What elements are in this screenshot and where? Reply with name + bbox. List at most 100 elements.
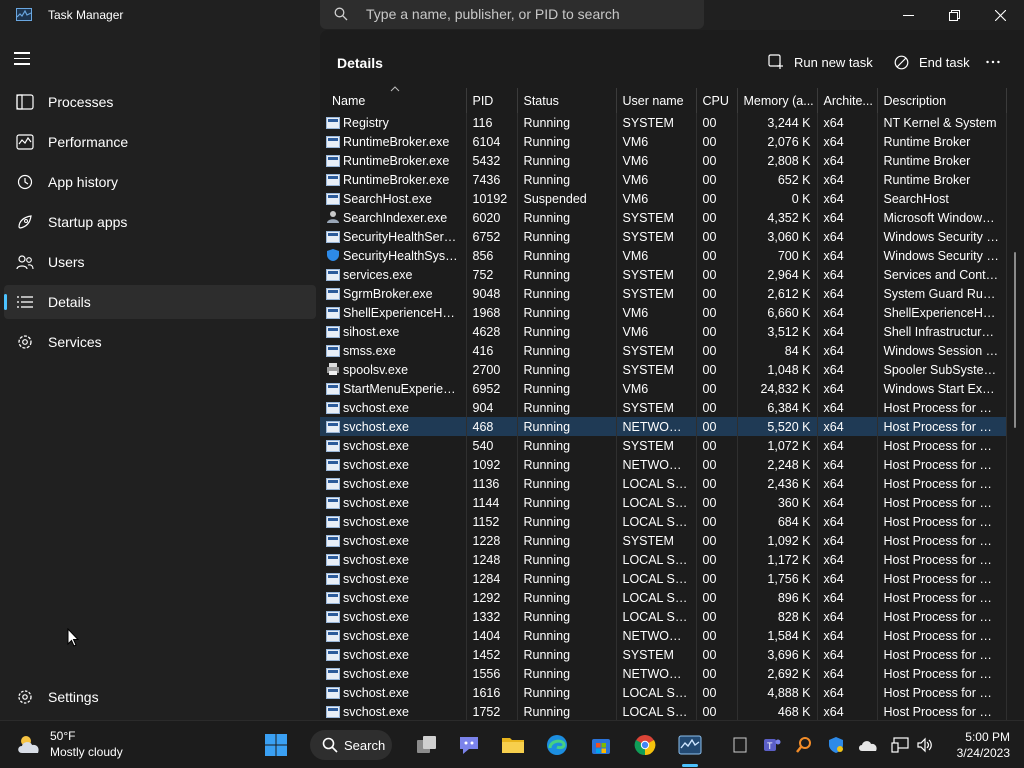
table-row[interactable]: RuntimeBroker.exe 7436 Running VM6 00 652 Kx6… bbox=[320, 170, 1007, 189]
restore-button[interactable] bbox=[931, 0, 977, 30]
column-header-status[interactable]: Status bbox=[517, 88, 617, 113]
clock-date[interactable]: 3/24/2023 bbox=[940, 746, 1010, 760]
table-row[interactable]: svchost.exe 1284 Running LOCAL SE... 00 1,756… bbox=[320, 569, 1007, 588]
table-row[interactable]: svchost.exe 1092 Running NETWORK... 00 2,248 … bbox=[320, 455, 1007, 474]
cell-architecture: x64 bbox=[817, 398, 878, 417]
more-options-button[interactable] bbox=[986, 48, 1010, 76]
table-row[interactable]: RuntimeBroker.exe 6104 Running VM6 00 2,076 K… bbox=[320, 132, 1007, 151]
table-row[interactable]: smss.exe 416 Running SYSTEM 00 84 Kx64 Windows… bbox=[320, 341, 1007, 360]
table-row[interactable]: svchost.exe 904 Running SYSTEM 00 6,384 Kx64 H… bbox=[320, 398, 1007, 417]
file-explorer-button[interactable] bbox=[497, 729, 529, 761]
cell-architecture: x64 bbox=[817, 379, 878, 398]
table-row[interactable]: SearchIndexer.exe 6020 Running SYSTEM 00 4,35… bbox=[320, 208, 1007, 227]
sidebar-item-app-history[interactable]: App history bbox=[4, 165, 316, 199]
sidebar-item-users[interactable]: Users bbox=[4, 245, 316, 279]
search-input[interactable] bbox=[366, 4, 686, 24]
minimize-button[interactable] bbox=[885, 0, 931, 30]
process-icon bbox=[326, 135, 340, 148]
table-row[interactable]: svchost.exe 468 Running NETWORK... 00 5,520 K… bbox=[320, 417, 1007, 436]
search-box[interactable] bbox=[320, 0, 704, 29]
teams-chat-button[interactable] bbox=[453, 729, 485, 761]
cell-name: svchost.exe bbox=[320, 569, 467, 588]
cell-description: Host Process for Wi... bbox=[877, 493, 1007, 512]
sidebar-item-services[interactable]: Services bbox=[4, 325, 316, 359]
column-header-memory[interactable]: Memory (a... bbox=[737, 88, 818, 113]
table-row[interactable]: svchost.exe 1752 Running LOCAL SE... 00 468 K… bbox=[320, 702, 1007, 720]
table-row[interactable]: svchost.exe 1248 Running LOCAL SE... 00 1,172… bbox=[320, 550, 1007, 569]
security-tray-icon[interactable] bbox=[826, 735, 846, 755]
cell-memory: 1,072 K bbox=[737, 436, 818, 455]
store-button[interactable] bbox=[585, 729, 617, 761]
volume-icon[interactable] bbox=[915, 735, 935, 755]
table-row[interactable]: svchost.exe 1152 Running LOCAL SE... 00 684 K… bbox=[320, 512, 1007, 531]
table-row[interactable]: svchost.exe 1404 Running NETWORK... 00 1,584 … bbox=[320, 626, 1007, 645]
table-row[interactable]: SearchHost.exe 10192 Suspended VM6 00 0 Kx64 S… bbox=[320, 189, 1007, 208]
edge-browser-button[interactable] bbox=[541, 729, 573, 761]
table-row[interactable]: ShellExperienceHost.... 1968 Running VM6 00 6… bbox=[320, 303, 1007, 322]
column-header-pid[interactable]: PID bbox=[466, 88, 518, 113]
table-header-row: Name PID Status User name CPU Memory (a.… bbox=[320, 88, 1007, 113]
cell-description: Host Process for Wi... bbox=[877, 626, 1007, 645]
start-button[interactable] bbox=[260, 729, 292, 761]
column-header-name[interactable]: Name bbox=[320, 88, 467, 113]
process-name: svchost.exe bbox=[343, 476, 410, 491]
sidebar-item-details[interactable]: Details bbox=[4, 285, 316, 319]
table-row[interactable]: RuntimeBroker.exe 5432 Running VM6 00 2,808 K… bbox=[320, 151, 1007, 170]
column-header-description[interactable]: Description bbox=[877, 88, 1007, 113]
end-task-button[interactable]: End task bbox=[894, 48, 970, 76]
cell-user-name: VM6 bbox=[616, 379, 697, 398]
table-row[interactable]: svchost.exe 1452 Running SYSTEM 00 3,696 Kx64… bbox=[320, 645, 1007, 664]
table-row[interactable]: svchost.exe 1144 Running LOCAL SE... 00 360 K… bbox=[320, 493, 1007, 512]
process-icon bbox=[326, 686, 340, 699]
table-row[interactable]: svchost.exe 1332 Running LOCAL SE... 00 828 K… bbox=[320, 607, 1007, 626]
cell-name: sihost.exe bbox=[320, 322, 467, 341]
table-row[interactable]: spoolsv.exe 2700 Running SYSTEM 00 1,048 Kx64… bbox=[320, 360, 1007, 379]
details-table: Name PID Status User name CPU Memory (a.… bbox=[320, 88, 1007, 720]
run-new-task-button[interactable]: Run new task bbox=[768, 48, 873, 76]
sidebar-item-startup-apps[interactable]: Startup apps bbox=[4, 205, 316, 239]
sidebar-item-processes[interactable]: Processes bbox=[4, 85, 316, 119]
taskbar-search-button[interactable]: Search bbox=[310, 730, 392, 760]
table-row[interactable]: services.exe 752 Running SYSTEM 00 2,964 Kx64… bbox=[320, 265, 1007, 284]
column-header-user-name[interactable]: User name bbox=[616, 88, 697, 113]
vertical-scrollbar[interactable] bbox=[1014, 252, 1016, 428]
cell-user-name: VM6 bbox=[616, 132, 697, 151]
search-tray-icon[interactable] bbox=[794, 735, 814, 755]
hamburger-menu-icon[interactable] bbox=[14, 52, 36, 68]
cell-status: Running bbox=[517, 151, 617, 170]
task-view-button[interactable] bbox=[411, 729, 443, 761]
cell-description: Host Process for Wi... bbox=[877, 436, 1007, 455]
sidebar-item-settings[interactable]: Settings bbox=[4, 680, 316, 714]
teams-tray-icon[interactable]: T bbox=[762, 735, 782, 755]
cell-memory: 2,808 K bbox=[737, 151, 818, 170]
column-header-cpu[interactable]: CPU bbox=[696, 88, 738, 113]
process-name: svchost.exe bbox=[343, 533, 410, 548]
weather-cloud-icon[interactable] bbox=[16, 733, 44, 758]
cell-name: svchost.exe bbox=[320, 512, 467, 531]
onedrive-cloud-icon[interactable] bbox=[858, 735, 878, 755]
table-row[interactable]: svchost.exe 1556 Running NETWORK... 00 2,692 … bbox=[320, 664, 1007, 683]
table-row[interactable]: svchost.exe 1616 Running LOCAL SE... 00 4,888… bbox=[320, 683, 1007, 702]
chrome-button[interactable] bbox=[629, 729, 661, 761]
table-row[interactable]: svchost.exe 540 Running SYSTEM 00 1,072 Kx64 H… bbox=[320, 436, 1007, 455]
tray-app-icon[interactable] bbox=[730, 735, 750, 755]
table-row[interactable]: sihost.exe 4628 Running VM6 00 3,512 Kx64 Shel… bbox=[320, 322, 1007, 341]
table-row[interactable]: svchost.exe 1292 Running LOCAL SE... 00 896 K… bbox=[320, 588, 1007, 607]
cell-architecture: x64 bbox=[817, 588, 878, 607]
table-row[interactable]: SecurityHealthSystra... 856 Running VM6 00 70… bbox=[320, 246, 1007, 265]
table-row[interactable]: svchost.exe 1136 Running LOCAL SE... 00 2,436… bbox=[320, 474, 1007, 493]
sidebar-item-performance[interactable]: Performance bbox=[4, 125, 316, 159]
processes-icon bbox=[16, 94, 34, 110]
chrome-icon bbox=[634, 735, 656, 756]
column-header-architecture[interactable]: Archite... bbox=[817, 88, 878, 113]
close-button[interactable] bbox=[977, 0, 1023, 30]
table-row[interactable]: SgrmBroker.exe 9048 Running SYSTEM 00 2,612 K… bbox=[320, 284, 1007, 303]
clock-time[interactable]: 5:00 PM bbox=[962, 730, 1010, 744]
task-manager-taskbar-button[interactable] bbox=[674, 729, 706, 761]
process-name: RuntimeBroker.exe bbox=[343, 172, 450, 187]
table-row[interactable]: StartMenuExperienc... 6952 Running VM6 00 24,… bbox=[320, 379, 1007, 398]
network-icon[interactable] bbox=[890, 735, 910, 755]
table-row[interactable]: SecurityHealthServic... 6752 Running SYSTEM… bbox=[320, 227, 1007, 246]
table-row[interactable]: svchost.exe 1228 Running SYSTEM 00 1,092 Kx64… bbox=[320, 531, 1007, 550]
table-row[interactable]: Registry 116 Running SYSTEM 00 3,244 Kx64 NT K… bbox=[320, 113, 1007, 132]
